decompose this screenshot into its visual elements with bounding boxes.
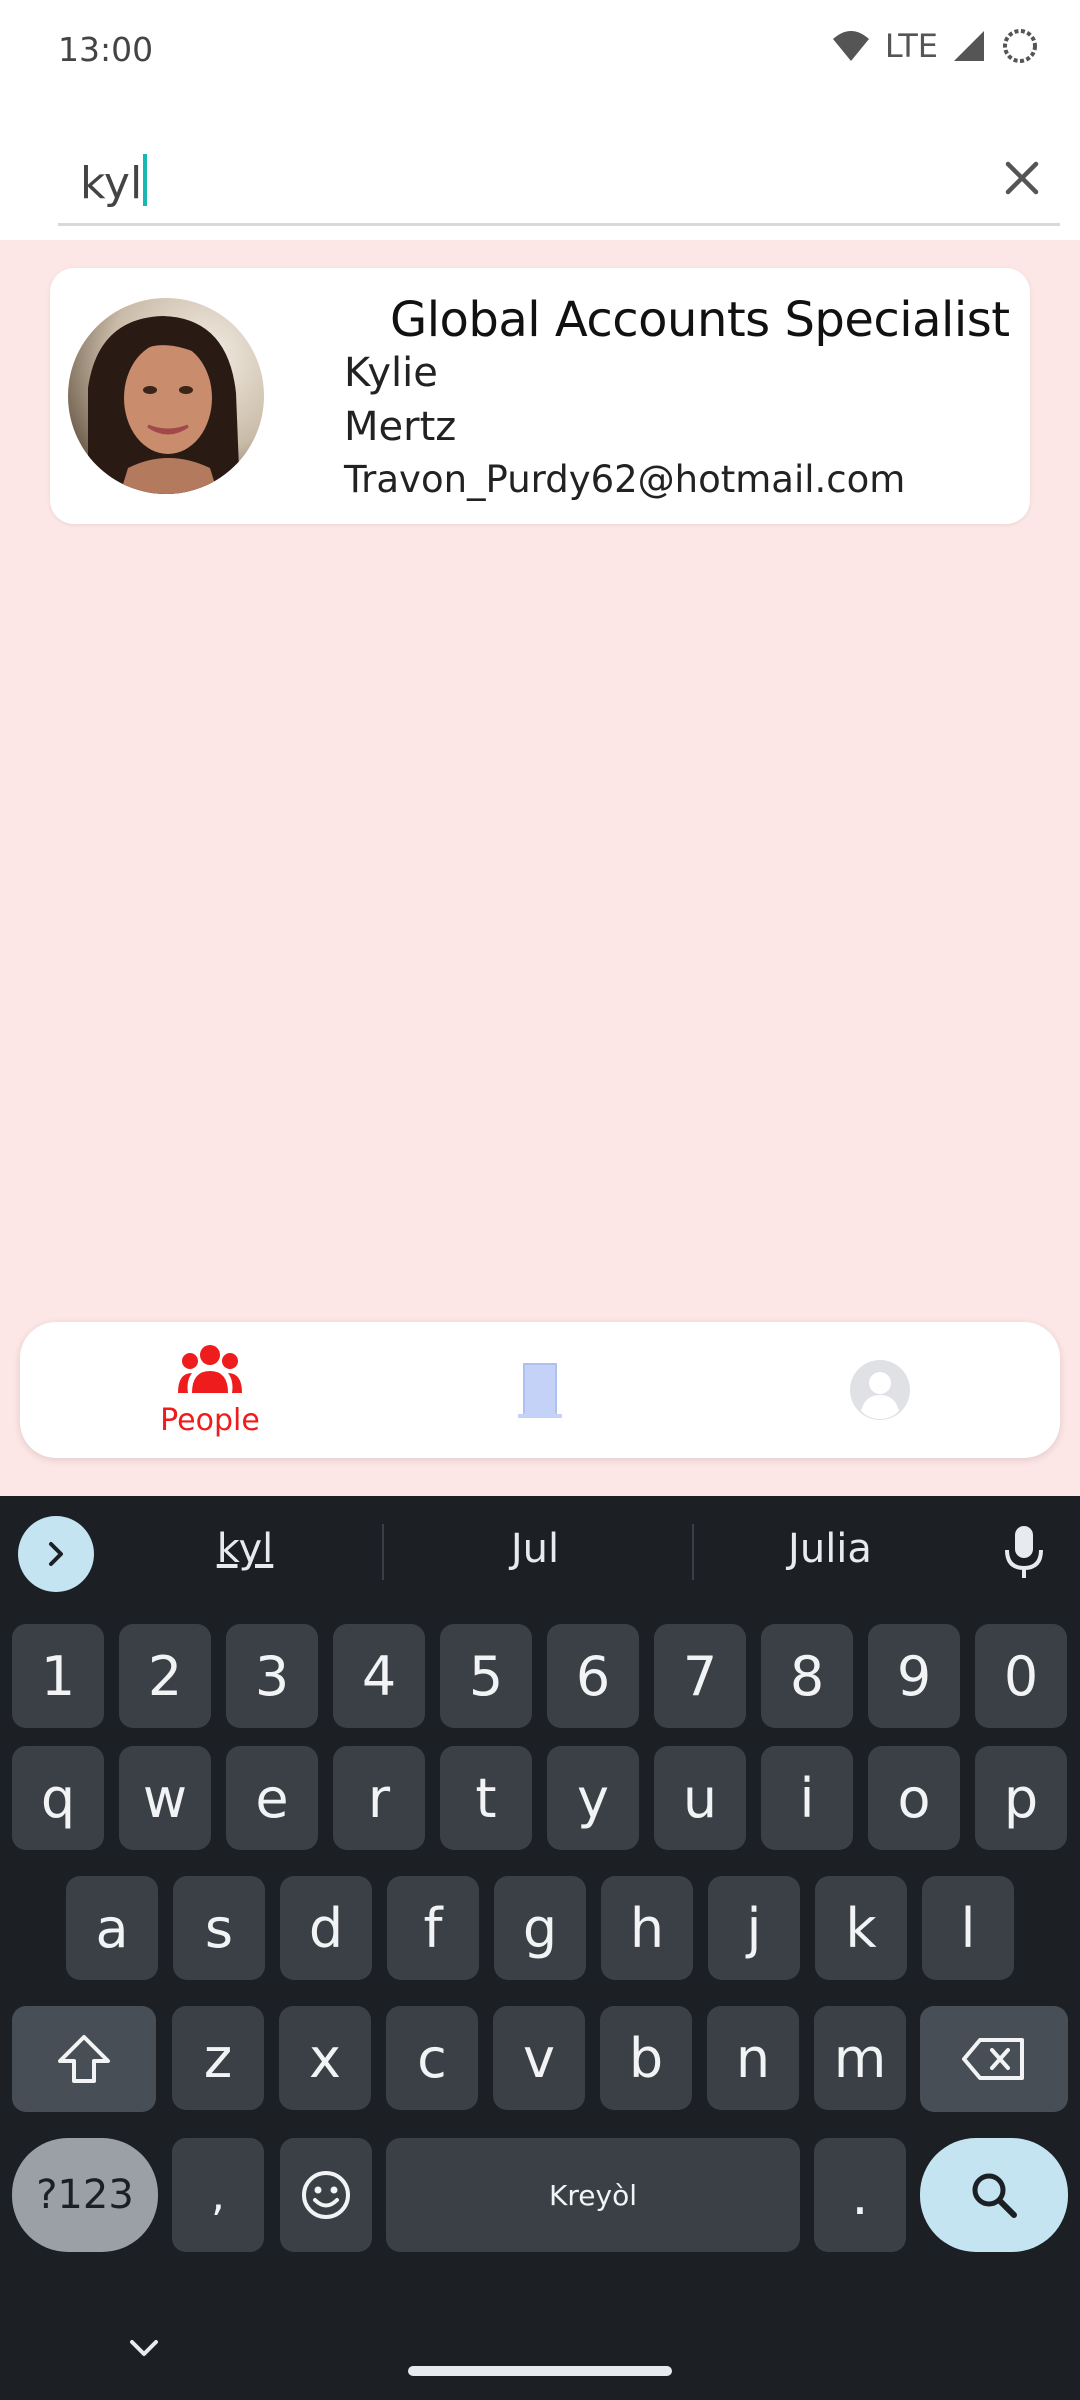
letter-key-r[interactable]: r <box>333 1746 425 1850</box>
letter-key-o[interactable]: o <box>868 1746 960 1850</box>
shift-icon <box>58 2035 110 2083</box>
results-area: Global Accounts Specialist Kylie Mertz T… <box>0 240 1080 1496</box>
letter-key-a[interactable]: a <box>66 1876 158 1980</box>
number-key-4[interactable]: 4 <box>333 1624 425 1728</box>
letter-key-z[interactable]: z <box>172 2006 264 2110</box>
number-key-3[interactable]: 3 <box>226 1624 318 1728</box>
job-title: Global Accounts Specialist <box>390 292 1010 348</box>
person-photo <box>68 298 264 494</box>
suggestion-3[interactable]: Julia <box>740 1526 920 1572</box>
nav-people[interactable]: People <box>100 1322 320 1458</box>
avatar <box>68 298 264 494</box>
network-type: LTE <box>884 27 938 65</box>
symbols-key[interactable]: ?123 <box>12 2138 158 2252</box>
backspace-icon <box>962 2038 1024 2080</box>
letter-key-h[interactable]: h <box>601 1876 693 1980</box>
letter-key-y[interactable]: y <box>547 1746 639 1850</box>
number-key-5[interactable]: 5 <box>440 1624 532 1728</box>
letter-key-s[interactable]: s <box>173 1876 265 1980</box>
number-key-7[interactable]: 7 <box>654 1624 746 1728</box>
search-query-text: kyl <box>80 158 143 209</box>
emoji-key[interactable] <box>280 2138 372 2252</box>
profile-icon <box>850 1360 910 1420</box>
number-key-9[interactable]: 9 <box>868 1624 960 1728</box>
letter-key-t[interactable]: t <box>440 1746 532 1850</box>
number-key-0[interactable]: 0 <box>975 1624 1067 1728</box>
close-icon <box>1005 161 1039 195</box>
comma-key[interactable]: , <box>172 2138 264 2252</box>
letter-key-j[interactable]: j <box>708 1876 800 1980</box>
letter-key-w[interactable]: w <box>119 1746 211 1850</box>
suggestion-2[interactable]: Jul <box>440 1526 630 1572</box>
microphone-icon[interactable] <box>998 1522 1050 1582</box>
door-icon <box>518 1363 562 1418</box>
wifi-icon <box>832 31 869 61</box>
first-name: Kylie <box>344 350 438 396</box>
suggestion-divider <box>692 1524 694 1580</box>
letter-key-c[interactable]: c <box>386 2006 478 2110</box>
email: Travon_Purdy62@hotmail.com <box>344 458 906 501</box>
soft-keyboard: kyl Jul Julia 1234567890 qwertyuiop asdf… <box>0 1496 1080 2400</box>
period-key[interactable]: . <box>814 2138 906 2252</box>
people-icon <box>178 1344 242 1393</box>
suggestion-1[interactable]: kyl <box>160 1526 330 1572</box>
letter-key-f[interactable]: f <box>387 1876 479 1980</box>
nav-profile[interactable] <box>780 1322 980 1458</box>
number-key-1[interactable]: 1 <box>12 1624 104 1728</box>
chevron-right-icon <box>49 1542 63 1566</box>
status-icons: LTE <box>831 26 1040 66</box>
letter-key-d[interactable]: d <box>280 1876 372 1980</box>
letter-key-v[interactable]: v <box>493 2006 585 2110</box>
last-name: Mertz <box>344 404 457 450</box>
letter-key-u[interactable]: u <box>654 1746 746 1850</box>
battery-icon <box>1003 29 1037 63</box>
search-action-key[interactable] <box>920 2138 1068 2252</box>
letter-key-l[interactable]: l <box>922 1876 1014 1980</box>
keyboard-expand-button[interactable] <box>18 1516 94 1592</box>
home-gesture-bar[interactable] <box>408 2366 672 2376</box>
letter-key-x[interactable]: x <box>279 2006 371 2110</box>
emoji-icon <box>302 2171 350 2219</box>
text-cursor <box>143 154 148 206</box>
suggestion-bar: kyl Jul Julia <box>0 1496 1080 1606</box>
letter-key-m[interactable]: m <box>814 2006 906 2110</box>
person-card[interactable]: Global Accounts Specialist Kylie Mertz T… <box>50 268 1030 524</box>
shift-key[interactable] <box>12 2006 156 2112</box>
status-bar: 13:00 LTE <box>0 0 1080 100</box>
letter-key-n[interactable]: n <box>707 2006 799 2110</box>
letter-key-e[interactable]: e <box>226 1746 318 1850</box>
search-icon <box>972 2173 1017 2218</box>
number-key-2[interactable]: 2 <box>119 1624 211 1728</box>
search-input[interactable]: kyl <box>58 130 1060 226</box>
letter-key-i[interactable]: i <box>761 1746 853 1850</box>
backspace-key[interactable] <box>920 2006 1068 2112</box>
search-bar: kyl <box>0 100 1080 240</box>
letter-key-b[interactable]: b <box>600 2006 692 2110</box>
signal-icon <box>954 31 984 61</box>
keyboard-hide-chevron-icon[interactable] <box>126 2336 162 2360</box>
suggestion-divider <box>382 1524 384 1580</box>
nav-rooms[interactable] <box>440 1322 640 1458</box>
letter-key-g[interactable]: g <box>494 1876 586 1980</box>
letter-key-q[interactable]: q <box>12 1746 104 1850</box>
clear-search-button[interactable] <box>994 150 1050 206</box>
bottom-navigation: People <box>20 1322 1060 1458</box>
nav-people-label: People <box>160 1402 260 1438</box>
number-key-8[interactable]: 8 <box>761 1624 853 1728</box>
status-time: 13:00 <box>58 30 154 69</box>
letter-key-p[interactable]: p <box>975 1746 1067 1850</box>
space-key[interactable]: Kreyòl <box>386 2138 800 2252</box>
number-key-6[interactable]: 6 <box>547 1624 639 1728</box>
letter-key-k[interactable]: k <box>815 1876 907 1980</box>
